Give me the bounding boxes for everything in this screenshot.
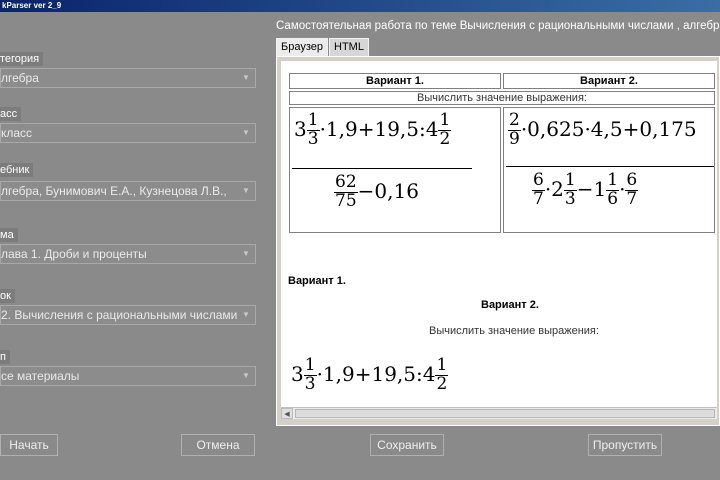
chevron-down-icon[interactable]: ▼ [239, 126, 253, 140]
filter-panel: тегория лгебра ▼ асс класс ▼ ебник лгебра,… [0, 12, 270, 426]
expression-variant-1: 3 1 3·1,9+19,5:4 1 2 62 75 −0,16 [289, 107, 501, 233]
horizontal-scrollbar[interactable]: ◀ [281, 407, 717, 419]
category-label: тегория [0, 52, 44, 66]
chevron-down-icon[interactable]: ▼ [239, 308, 253, 322]
window-title-bar: kParser ver 2_9 [0, 0, 720, 12]
skip-button[interactable]: Пропустить [588, 434, 662, 456]
preview-panel: Самостоятельная работа по теме Вычислени… [274, 12, 720, 426]
task-instruction: Вычислить значение выражения: [289, 91, 715, 105]
scrollbar-thumb[interactable] [295, 409, 715, 418]
preview-tabs: Браузер HTML [276, 38, 370, 56]
class-label: асс [0, 107, 22, 121]
expr2-denominator: 6 7·2 1 3 −1 1 6 · 6 7 [532, 170, 639, 209]
main-fraction-bar [506, 166, 714, 167]
type-label: п [0, 350, 10, 364]
expr1-numerator-repeat: 3 1 3·1,9+19,5:4 1 2 [291, 355, 449, 394]
category-select[interactable]: лгебра ▼ [0, 68, 256, 88]
start-button[interactable]: Начать [0, 434, 58, 456]
type-select[interactable]: се материалы ▼ [0, 366, 256, 386]
main-fraction-bar [292, 168, 472, 169]
variants-table: Вариант 1. Вариант 2. Вычислить значение… [287, 71, 717, 235]
action-bar: Начать Отмена Сохранить Пропустить [0, 426, 720, 480]
tab-browser[interactable]: Браузер [276, 38, 328, 56]
chevron-down-icon[interactable]: ▼ [239, 71, 253, 85]
expr2-numerator: 2 9·0,625·4,5+0,175 [508, 110, 697, 149]
chevron-down-icon[interactable]: ▼ [239, 184, 253, 198]
variant-1-heading: Вариант 1. [288, 275, 346, 287]
topic-label: ма [0, 228, 18, 242]
browser-view[interactable]: Вариант 1. Вариант 2. Вычислить значение… [281, 61, 717, 407]
lesson-label: ок [0, 289, 15, 303]
lesson-select[interactable]: 2. Вычисления с рациональными числами ▼ [0, 305, 256, 325]
variant-1-header: Вариант 1. [289, 73, 501, 89]
window-title: kParser ver 2_9 [2, 1, 62, 10]
tab-html[interactable]: HTML [329, 38, 369, 56]
class-select[interactable]: класс ▼ [0, 123, 256, 143]
expr1-numerator: 3 1 3·1,9+19,5:4 1 2 [294, 110, 452, 149]
scroll-left-icon[interactable]: ◀ [281, 408, 293, 419]
topic-select[interactable]: лава 1. Дроби и проценты ▼ [0, 244, 256, 264]
textbook-label: ебник [0, 163, 34, 177]
task-instruction-2: Вычислить значение выражения: [429, 325, 599, 337]
chevron-down-icon[interactable]: ▼ [239, 369, 253, 383]
preview-caption: Самостоятельная работа по теме Вычислени… [276, 20, 720, 32]
variant-2-header: Вариант 2. [503, 73, 715, 89]
chevron-down-icon[interactable]: ▼ [239, 247, 253, 261]
save-button[interactable]: Сохранить [370, 434, 444, 456]
expression-variant-2: 2 9·0,625·4,5+0,175 6 7·2 1 3 −1 1 6 · 6 7 [503, 107, 715, 233]
tab-pane: Вариант 1. Вариант 2. Вычислить значение… [276, 56, 720, 426]
cancel-button[interactable]: Отмена [181, 434, 255, 456]
expr1-denominator: 62 75 −0,16 [334, 172, 419, 211]
textbook-select[interactable]: лгебра, Бунимович Е.А., Кузнецова Л.В., ▼ [0, 181, 256, 201]
variant-2-heading: Вариант 2. [481, 299, 539, 311]
